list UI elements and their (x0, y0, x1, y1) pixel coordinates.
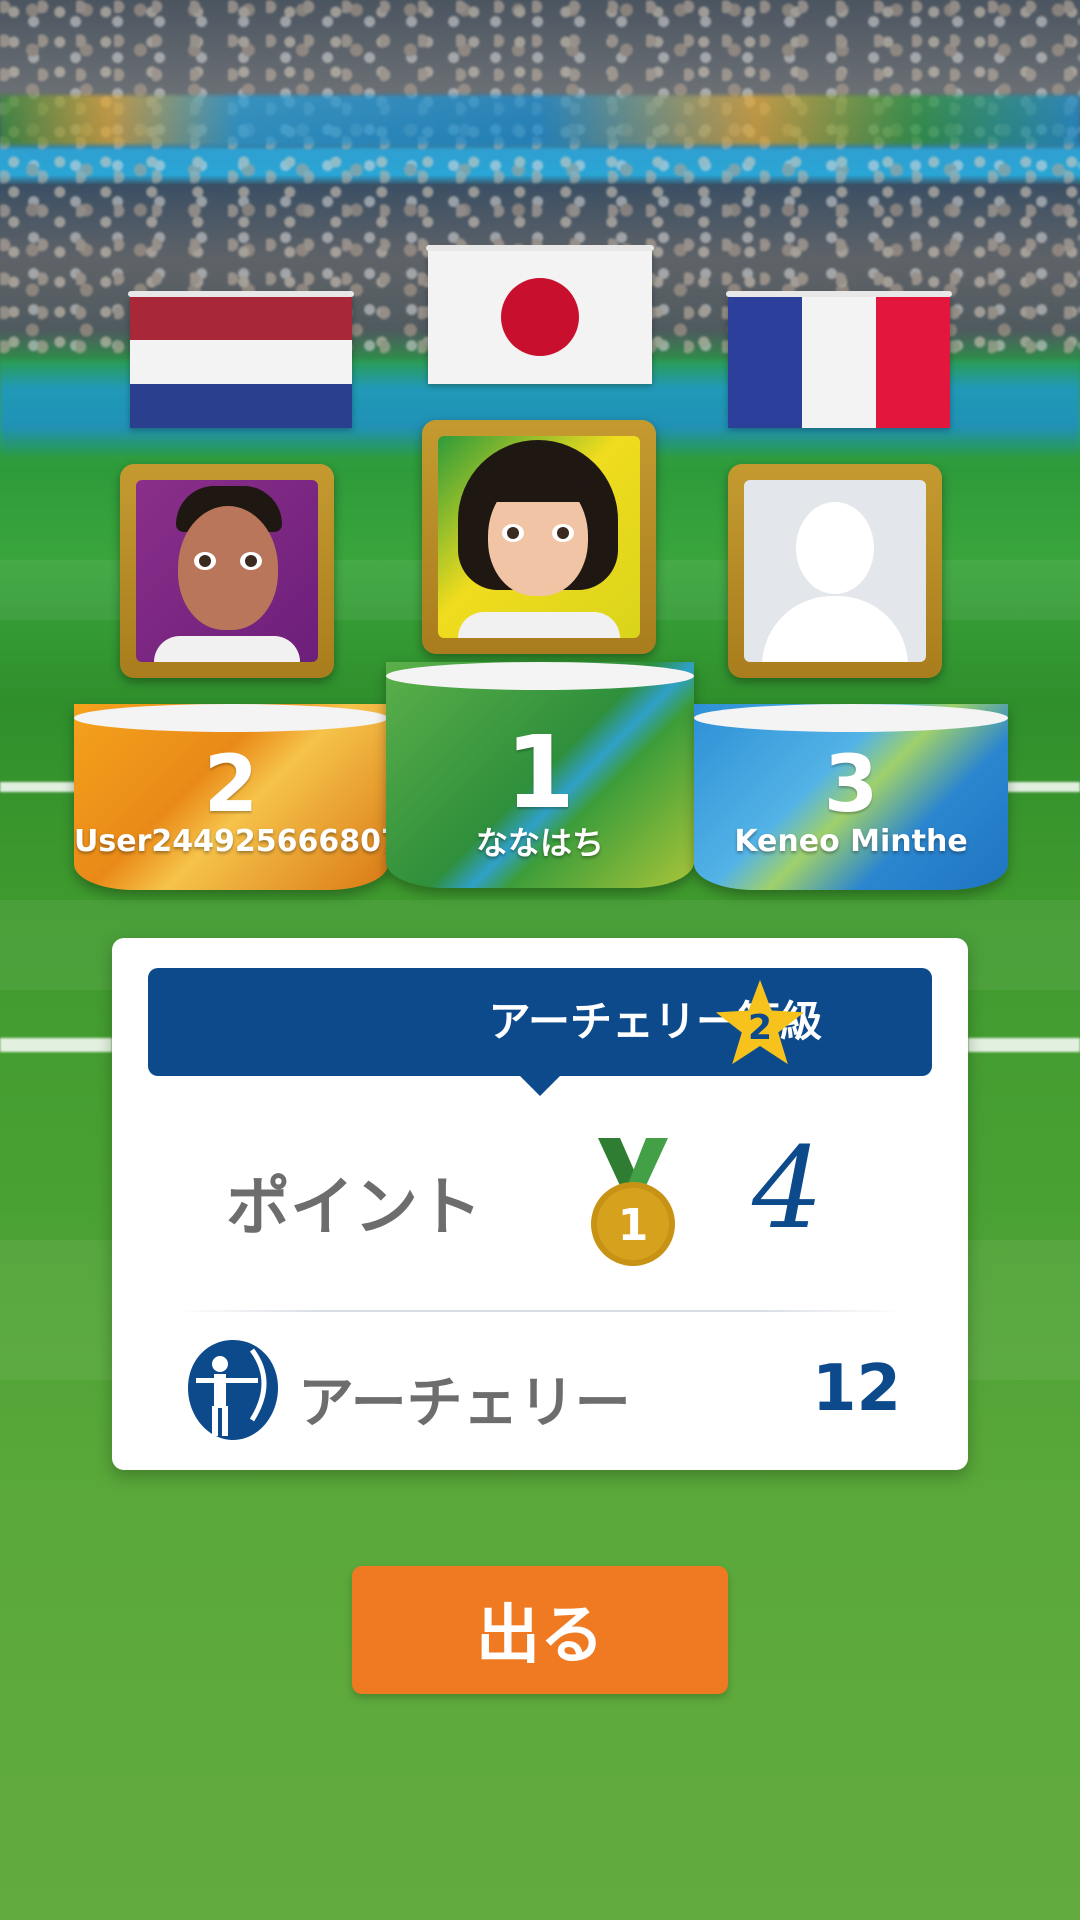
avatar-third-place-placeholder (728, 464, 942, 678)
field-line (1000, 782, 1080, 792)
game-scene: 2 User244925666807 1 ななはち 3 Keneo Minthe… (0, 0, 1080, 1920)
player-name: User244925666807 (74, 824, 388, 859)
rank-number: 1 (505, 714, 575, 831)
sport-value: 12 (812, 1352, 902, 1426)
points-label: ポイント (226, 1171, 482, 1245)
divider (176, 1310, 904, 1312)
player-name: Keneo Minthe (734, 824, 968, 859)
field-line (0, 1038, 112, 1052)
podium-first: 1 ななはち (386, 662, 694, 888)
avatar-first-place (422, 420, 656, 654)
podium-second: 2 User244925666807 (74, 704, 388, 890)
gold-medal-icon: 1 (591, 1138, 675, 1266)
grade-banner: アーチェリー等級 2 (148, 968, 932, 1096)
japan-flag (426, 245, 654, 384)
points-value: 4 (752, 1124, 824, 1254)
archery-icon (188, 1340, 278, 1440)
avatar-second-place (120, 464, 334, 678)
result-card: アーチェリー等級 2 ポイント 1 4 アーチェリー 12 (112, 938, 968, 1470)
france-flag (726, 291, 952, 428)
exit-button[interactable]: 出る (352, 1566, 728, 1694)
netherlands-flag (128, 291, 354, 428)
player-name: ななはち (475, 824, 604, 862)
star-icon: 2 (715, 979, 805, 1065)
field-line (0, 782, 80, 792)
grade-level: 2 (748, 1008, 772, 1048)
rank-number: 2 (203, 740, 259, 830)
podium-third: 3 Keneo Minthe (694, 704, 1008, 890)
stadium-banner (0, 95, 1080, 145)
rank-number: 3 (823, 740, 879, 830)
field-line (968, 1038, 1080, 1052)
sport-label: アーチェリー (298, 1371, 631, 1436)
medal-number: 1 (618, 1200, 649, 1251)
